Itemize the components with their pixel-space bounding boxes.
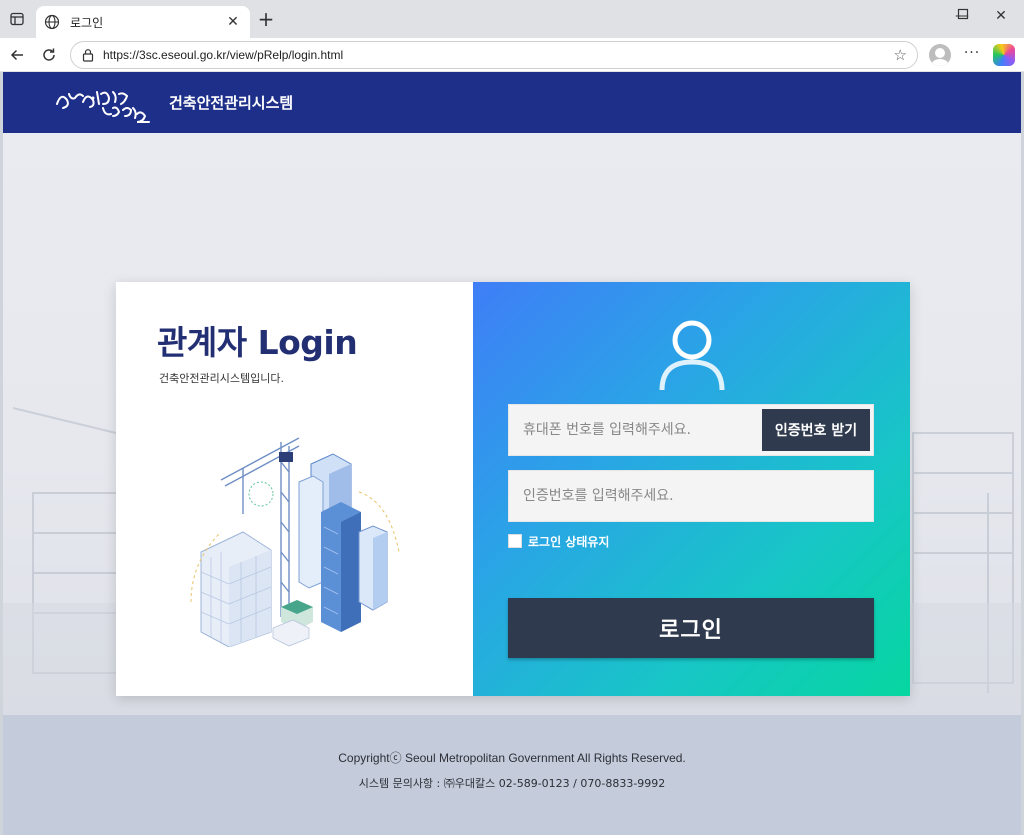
- building-illustration: [190, 437, 400, 647]
- globe-icon: [44, 14, 60, 30]
- url-field[interactable]: https://3sc.eseoul.go.kr/view/pRelp/logi…: [70, 41, 918, 69]
- login-form-panel: 인증번호 받기 로그인 상태유지 로그인: [473, 282, 910, 696]
- maximize-icon[interactable]: [951, 8, 975, 24]
- seoul-logo[interactable]: [53, 84, 153, 124]
- keep-login-option[interactable]: 로그인 상태유지: [508, 533, 609, 549]
- login-card-intro: 관계자 Login 건축안전관리시스템입니다.: [116, 282, 473, 696]
- site-footer: Copyrightⓒ Seoul Metropolitan Government…: [3, 715, 1021, 835]
- star-icon[interactable]: ☆: [894, 46, 907, 64]
- site-header: 건축안전관리시스템: [3, 72, 1021, 133]
- phone-row: 인증번호 받기: [508, 404, 874, 456]
- phone-input[interactable]: [509, 405, 759, 455]
- browser-tab-bar: 로그인 ✕ + — ✕: [0, 0, 1024, 38]
- copilot-icon[interactable]: [993, 44, 1015, 66]
- keep-login-checkbox[interactable]: [508, 534, 522, 548]
- url-text: https://3sc.eseoul.go.kr/view/pRelp/logi…: [103, 48, 344, 62]
- more-icon[interactable]: ···: [960, 45, 984, 61]
- login-card: 관계자 Login 건축안전관리시스템입니다. 휴대폰 번호를 입력해주세요. …: [116, 282, 910, 696]
- site-title: 건축안전관리시스템: [169, 94, 294, 112]
- back-arrow-icon[interactable]: [6, 44, 28, 66]
- lock-icon[interactable]: [81, 48, 95, 62]
- verification-code-input[interactable]: [508, 470, 874, 522]
- keep-login-label[interactable]: 로그인 상태유지: [528, 533, 609, 550]
- login-subheading: 건축안전관리시스템입니다.: [159, 372, 284, 385]
- tab-title: 로그인: [70, 15, 104, 30]
- profile-icon[interactable]: [929, 44, 951, 66]
- address-bar: https://3sc.eseoul.go.kr/view/pRelp/logi…: [0, 38, 1024, 72]
- copyright-text: Copyrightⓒ Seoul Metropolitan Government…: [338, 751, 686, 765]
- login-hero: 관계자 Login 건축안전관리시스템입니다. 휴대폰 번호를 입력해주세요. …: [3, 133, 1021, 715]
- close-window-icon[interactable]: ✕: [989, 8, 1013, 24]
- close-icon[interactable]: ✕: [224, 14, 242, 30]
- request-code-button[interactable]: 인증번호 받기: [762, 409, 870, 451]
- contact-text: 시스템 문의사항 : ㈜우대칼스 02-589-0123 / 070-8833-…: [358, 777, 666, 790]
- login-heading: 관계자 Login: [157, 323, 358, 362]
- browser-tab[interactable]: 로그인 ✕: [36, 6, 250, 38]
- tab-actions-icon[interactable]: [6, 8, 28, 30]
- page: 건축안전관리시스템 관계자 Login 건축안전관리시스템입니다. 휴대폰 번호…: [3, 72, 1021, 835]
- login-button[interactable]: 로그인: [508, 598, 874, 658]
- refresh-icon[interactable]: [38, 44, 60, 66]
- plus-icon[interactable]: +: [256, 9, 276, 29]
- user-icon: [659, 320, 725, 390]
